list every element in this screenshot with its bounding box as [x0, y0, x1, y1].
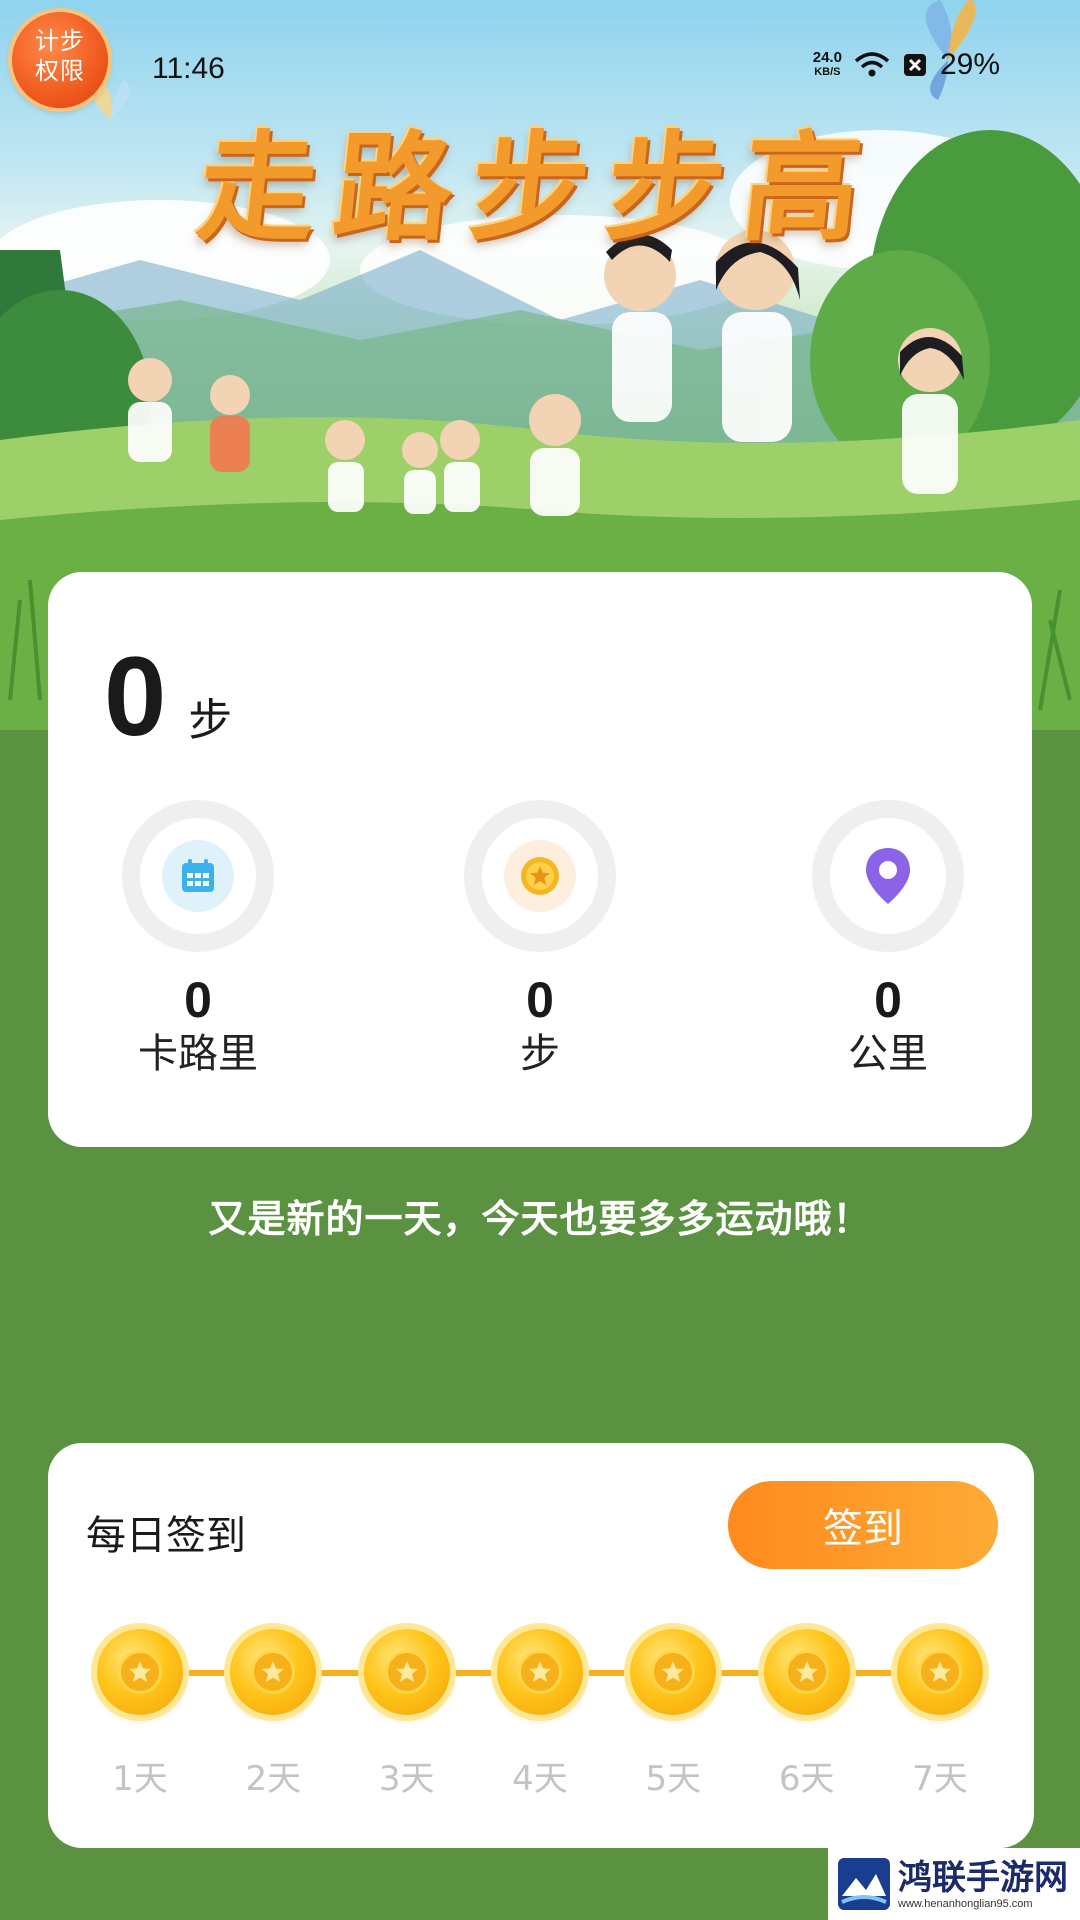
signin-day-7[interactable]: 7天 — [890, 1629, 990, 1800]
signin-day-label: 6天 — [778, 1759, 835, 1799]
step-count-unit: 步 — [188, 695, 233, 746]
distance-stat: 0 公里 — [768, 800, 1008, 1080]
calendar-icon — [162, 840, 234, 912]
calories-stat: 0 卡路里 — [78, 800, 318, 1080]
coin-icon — [496, 1629, 583, 1715]
signin-day-label: 3天 — [378, 1759, 435, 1799]
calories-value: 0 — [184, 972, 212, 1028]
permission-label-line2: 权限 — [35, 57, 85, 85]
coin-icon — [230, 1629, 317, 1715]
signin-day-label: 1天 — [112, 1759, 168, 1799]
battery-level: 29% — [939, 48, 1000, 81]
signin-day-5[interactable]: 5天 — [623, 1629, 723, 1800]
permission-label-line1: 计步 — [35, 27, 85, 55]
signin-day-4[interactable]: 4天 — [490, 1629, 590, 1800]
coin-icon — [363, 1629, 450, 1715]
watermark-logo-icon — [838, 1858, 890, 1910]
watermark-url: www.henanhonglian95.com — [898, 1898, 1033, 1910]
wifi-icon — [854, 52, 890, 77]
status-bar-right: 24.0 KB/S 29% — [813, 48, 1000, 82]
distance-label: 公里 — [848, 1031, 928, 1077]
watermark-name: 鸿联手游网 — [898, 1858, 1068, 1898]
watermark: 鸿联手游网 www.henanhonglian95.com — [828, 1848, 1080, 1920]
signin-day-label: 7天 — [912, 1759, 968, 1799]
coin-icon — [504, 840, 576, 912]
step-count-value: 0 — [104, 634, 167, 759]
daily-signin-card: 每日签到 签到 1天 2天 3天 4天 5天 6天 7天 — [48, 1443, 1034, 1848]
coin-icon — [630, 1629, 717, 1715]
calories-label: 卡路里 — [138, 1031, 258, 1077]
signin-day-3[interactable]: 3天 — [357, 1629, 457, 1800]
coin-icon — [97, 1629, 183, 1715]
signin-day-2[interactable]: 2天 — [223, 1629, 323, 1800]
distance-ring — [812, 800, 964, 952]
network-speed-unit: KB/S — [814, 66, 841, 78]
daily-signin-title: 每日签到 — [86, 1513, 246, 1559]
hero-title: 走路步步高 — [191, 118, 887, 257]
network-speed: 24.0 KB/S — [813, 50, 842, 80]
signin-days: 1天 2天 3天 4天 5天 6天 7天 — [90, 1629, 990, 1800]
motto-text: 又是新的一天，今天也要多多运动哦！ — [208, 1197, 872, 1241]
location-pin-icon — [852, 840, 924, 912]
steps-ring — [464, 800, 616, 952]
step-count: 0 步 — [104, 632, 232, 761]
steps-card: 0 步 0 卡路里 0 步 0 公里 — [48, 572, 1032, 1147]
steps-label: 步 — [520, 1031, 560, 1077]
signin-day-6[interactable]: 6天 — [757, 1629, 857, 1800]
sim-off-icon — [903, 54, 926, 76]
signin-button[interactable]: 签到 — [728, 1481, 998, 1569]
steps-stat: 0 步 — [420, 800, 660, 1080]
network-speed-value: 24.0 — [812, 49, 842, 66]
distance-value: 0 — [874, 972, 902, 1028]
signin-day-label: 4天 — [512, 1759, 568, 1799]
signin-day-label: 2天 — [245, 1759, 302, 1799]
signin-day-1[interactable]: 1天 — [90, 1629, 190, 1800]
signin-day-label: 5天 — [645, 1759, 702, 1799]
calories-ring — [122, 800, 274, 952]
coin-icon — [896, 1629, 983, 1715]
coin-icon — [763, 1629, 850, 1715]
steps-value: 0 — [526, 972, 554, 1028]
status-time: 11:46 — [152, 52, 225, 85]
step-permission-button[interactable]: 计步 权限 — [12, 12, 108, 108]
